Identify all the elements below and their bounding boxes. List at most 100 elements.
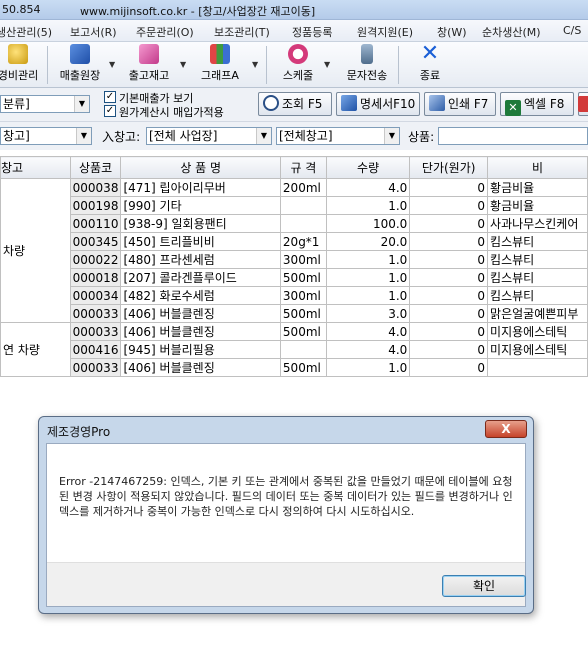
quantity-cell: 1.0 <box>325 196 411 215</box>
chevron-down-icon[interactable]: ▼ <box>76 128 91 144</box>
chevron-down-icon[interactable]: ▼ <box>109 60 115 69</box>
quantity-cell: 20.0 <box>325 232 411 251</box>
spec-cell: 200ml <box>279 178 327 197</box>
close-x-icon: ✕ <box>420 41 440 66</box>
menu-item-window[interactable]: 창(W) <box>437 24 467 40</box>
chevron-down-icon[interactable]: ▼ <box>324 60 330 69</box>
excel-button[interactable]: ✕ 엑셀 F8 <box>500 92 574 116</box>
menu-bar: 생산관리(5) 보고서(R) 주문관리(O) 보조관리(T) 정품등록 원격지원… <box>0 20 588 42</box>
product-code-cell: 000198 <box>69 196 122 215</box>
statement-button[interactable]: 명세서F10 <box>336 92 420 116</box>
category-select[interactable]: 분류] ▼ <box>0 95 90 113</box>
excel-button-label: 엑셀 F8 <box>524 97 565 111</box>
menu-item-production[interactable]: 생산관리(5) <box>0 24 52 40</box>
table-row[interactable]: 연 차량 000033 [406] 버블클렌징 500ml 4.0 0 미지용에… <box>0 322 588 377</box>
product-name-cell: [482] 화로수세럼 <box>120 286 281 305</box>
menu-item-register[interactable]: 정품등록 <box>292 24 332 40</box>
unit-price-cell: 0 <box>409 358 489 377</box>
spec-cell: 500ml <box>279 304 327 323</box>
product-name-cell: [406] 버블클렌징 <box>120 322 281 341</box>
spec-cell: 500ml <box>279 322 327 341</box>
warehouse-select-value: 창고] <box>3 129 30 143</box>
error-dialog: 제조경영Pro X Error -2147467259: 인덱스, 기본 키 또… <box>38 416 534 614</box>
chevron-down-icon[interactable]: ▼ <box>180 60 186 69</box>
close-icon[interactable]: X <box>485 420 527 438</box>
product-input[interactable] <box>438 127 588 145</box>
toolbar-separator <box>47 46 48 84</box>
product-name-cell: [990] 기타 <box>120 196 281 215</box>
table-row[interactable]: 000416 [945] 버블리필용 4.0 0 미지용에스테틱 <box>1 340 588 359</box>
product-code-cell: 000416 <box>69 340 122 359</box>
product-code-cell: 000345 <box>69 232 122 251</box>
menu-item-sequence[interactable]: 순차생산(M) <box>482 24 541 40</box>
table-row[interactable]: 000033 [406] 버블클렌징 500ml 3.0 0 맑은얼굴예쁜피부 <box>1 304 588 323</box>
warehouse-group-cell: 차량 <box>0 178 71 323</box>
chevron-down-icon[interactable]: ▼ <box>74 96 89 112</box>
search-button[interactable]: 조회 F5 <box>258 92 332 116</box>
base-price-checkbox[interactable]: ✓ <box>104 91 116 103</box>
toolbar-graph-button[interactable]: 그래프A <box>194 44 246 86</box>
column-header[interactable]: 상품코 <box>69 156 122 179</box>
note-cell: 황금비율 <box>487 178 588 197</box>
quantity-cell: 1.0 <box>325 250 411 269</box>
note-cell: 황금비율 <box>487 196 588 215</box>
column-header[interactable]: 창고 <box>0 156 71 179</box>
menu-item-cs[interactable]: C/S <box>563 24 581 37</box>
error-message: Error -2147467259: 인덱스, 기본 키 또는 관계에서 중복된… <box>59 475 513 518</box>
table-row[interactable]: 000018 [207] 콜라겐플루이드 500ml 1.0 0 킴스뷰티 <box>1 268 588 287</box>
product-name-cell: [480] 프라센세럼 <box>120 250 281 269</box>
column-header[interactable]: 비 <box>487 156 588 179</box>
chart-icon <box>210 44 230 64</box>
toolbar-expense-button[interactable]: 경비관리 <box>0 44 42 86</box>
table-row[interactable]: 000198 [990] 기타 1.0 0 황금비율 <box>1 196 588 215</box>
menu-item-remote[interactable]: 원격지원(E) <box>357 24 413 40</box>
toolbar-sales-ledger-button[interactable]: 매출원장 <box>54 44 106 86</box>
toolbar-outbound-stock-button[interactable]: 출고재고 <box>122 44 176 86</box>
chevron-down-icon[interactable]: ▼ <box>252 60 258 69</box>
column-header[interactable]: 단가(원가) <box>409 156 489 179</box>
unit-price-cell: 0 <box>409 340 489 359</box>
print-button[interactable]: 인쇄 F7 <box>424 92 496 116</box>
table-row[interactable]: 000033 [406] 버블클렌징 500ml 1.0 0 <box>1 358 588 377</box>
toolbar-exit-button[interactable]: ✕ 종료 <box>406 41 454 86</box>
table-header-row: 창고 상품코 상 품 명 규 격 수량 단가(원가) 비 <box>0 156 588 179</box>
cost-purchase-checkbox[interactable]: ✓ <box>104 105 116 117</box>
site-select[interactable]: [전체 사업장] ▼ <box>146 127 272 145</box>
product-name-cell: [450] 트리플비비 <box>120 232 281 251</box>
extra-toolbar-button[interactable] <box>578 92 588 116</box>
ok-button[interactable]: 확인 <box>442 575 526 597</box>
note-cell: 사과나무스킨케어 <box>487 214 588 233</box>
coins-icon <box>8 44 28 64</box>
chevron-down-icon[interactable]: ▼ <box>384 128 399 144</box>
statement-button-label: 명세서F10 <box>360 97 416 111</box>
menu-item-report[interactable]: 보고서(R) <box>70 24 117 40</box>
menu-item-order[interactable]: 주문관리(O) <box>136 24 194 40</box>
toolbar-sales-ledger-label: 매출원장 <box>59 69 101 82</box>
table-row[interactable]: 차량 000038 [471] 립아이리무버 200ml 4.0 0 황금비율 <box>0 178 588 323</box>
column-header[interactable]: 규 격 <box>279 156 327 179</box>
toolbar-exit-label: 종료 <box>419 69 441 82</box>
note-cell: 킴스뷰티 <box>487 268 588 287</box>
table-row[interactable]: 000345 [450] 트리플비비 20g*1 20.0 0 킴스뷰티 <box>1 232 588 251</box>
spec-cell: 500ml <box>279 358 327 377</box>
chevron-down-icon[interactable]: ▼ <box>256 128 271 144</box>
clock-icon <box>288 44 308 64</box>
quantity-cell: 100.0 <box>325 214 411 233</box>
toolbar-schedule-button[interactable]: 스케줄 <box>274 44 322 86</box>
table-row[interactable]: 000034 [482] 화로수세럼 300ml 1.0 0 킴스뷰티 <box>1 286 588 305</box>
product-code-cell: 000034 <box>69 286 122 305</box>
warehouse-select[interactable]: 창고] ▼ <box>0 127 92 145</box>
spec-cell <box>279 214 327 233</box>
menu-item-aux[interactable]: 보조관리(T) <box>214 24 270 40</box>
product-label: 상품: <box>408 130 435 144</box>
column-header[interactable]: 상 품 명 <box>120 156 281 179</box>
column-header[interactable]: 수량 <box>325 156 411 179</box>
toolbar-separator <box>398 46 399 84</box>
table-row[interactable]: 000022 [480] 프라센세럼 300ml 1.0 0 킴스뷰티 <box>1 250 588 269</box>
table-row[interactable]: 000110 [938-9] 일회용팬티 100.0 0 사과나무스킨케어 <box>1 214 588 233</box>
warehouse-all-select[interactable]: [전체창고] ▼ <box>276 127 400 145</box>
spec-cell: 300ml <box>279 250 327 269</box>
warehouse-group-cell: 연 차량 <box>0 322 71 377</box>
toolbar-sms-button[interactable]: 문자전송 <box>340 44 394 86</box>
quantity-cell: 1.0 <box>325 286 411 305</box>
